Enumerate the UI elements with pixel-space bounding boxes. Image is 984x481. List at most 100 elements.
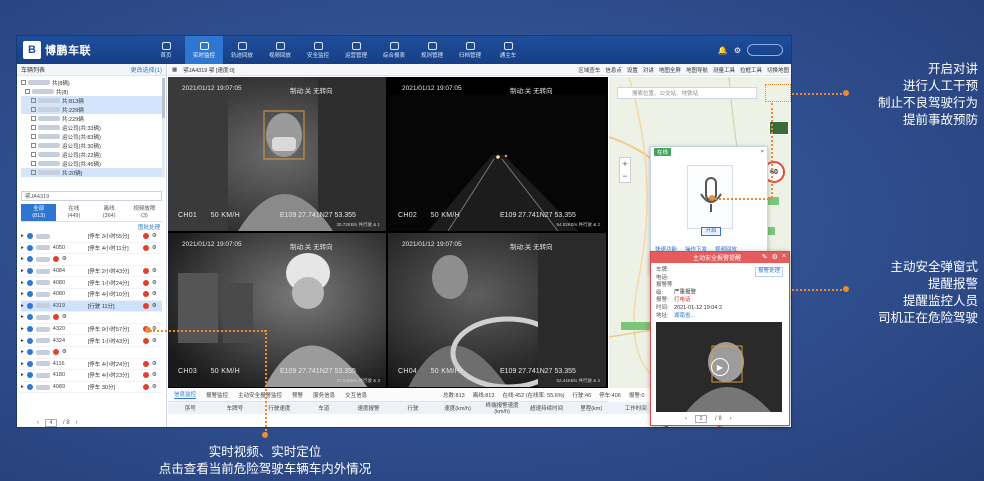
alarm-icon[interactable] <box>52 349 59 356</box>
vehicle-row[interactable]: ▸ [停车 3小时55分] ⚙ <box>21 231 162 243</box>
tool-6[interactable]: 测量工具 <box>713 66 735 74</box>
checkbox[interactable] <box>31 107 36 112</box>
checkbox[interactable] <box>31 98 36 103</box>
nav-item-2[interactable]: 轨迹回放 <box>223 36 261 64</box>
edit-icon[interactable]: ✎ <box>762 253 768 261</box>
settings-icon[interactable]: ⚙ <box>152 280 157 286</box>
tree-item[interactable]: 共:813辆 <box>21 96 162 105</box>
bottom-tab-4[interactable]: 服务信息 <box>313 391 335 399</box>
map-search-input[interactable]: 搜索位置、公交站、地铁站 <box>617 87 757 99</box>
expand-icon[interactable]: ▸ <box>21 372 24 378</box>
prev-page-icon[interactable]: ‹ <box>37 420 39 426</box>
tree-item[interactable]: 共:20辆) <box>21 168 162 177</box>
vehicle-row[interactable]: ▸ 4084 [停车 2小时43分] ⚙ <box>21 266 162 278</box>
expand-icon[interactable]: ▸ <box>21 245 24 251</box>
video-channel-3[interactable]: 2021/01/12 19:07:05 制动:关 无转向 CH03 50 KM/… <box>168 233 386 387</box>
vehicle-row[interactable]: ▸ 4050 [停车 4小时11分] ⚙ <box>21 243 162 255</box>
checkbox[interactable] <box>31 125 36 130</box>
bottom-tab-5[interactable]: 交互信息 <box>345 391 367 399</box>
vehicle-row[interactable]: ▸ 4324 [停车 1小时43分] ⚙ <box>21 335 162 347</box>
tree-item[interactable]: 共:229辆 <box>21 114 162 123</box>
checkbox[interactable] <box>31 143 36 148</box>
tree-item[interactable]: 共:229辆 <box>21 105 162 114</box>
tree-item[interactable]: 运公司(共:45辆) <box>21 159 162 168</box>
page-input[interactable]: 4 <box>45 419 57 427</box>
alarm-video[interactable]: ▶ <box>656 322 782 412</box>
alarm-icon[interactable] <box>142 268 149 275</box>
tool-7[interactable]: 拉框工具 <box>740 66 762 74</box>
settings-icon[interactable]: ⚙ <box>152 268 157 274</box>
alarm-icon[interactable] <box>142 291 149 298</box>
start-intercom-button[interactable]: 开启 <box>701 227 721 236</box>
nav-item-5[interactable]: 运营管理 <box>337 36 375 64</box>
bottom-tab-2[interactable]: 主动安全报警监控 <box>238 391 282 399</box>
nav-item-9[interactable]: 通主车 <box>489 36 527 64</box>
expand-icon[interactable]: ▸ <box>21 280 24 286</box>
checkbox[interactable] <box>21 80 26 85</box>
settings-icon[interactable]: ⚙ <box>152 245 157 251</box>
nav-item-6[interactable]: 综合报表 <box>375 36 413 64</box>
expand-icon[interactable]: ▸ <box>21 314 24 320</box>
checkbox[interactable] <box>31 161 36 166</box>
tool-2[interactable]: 设置 <box>627 66 638 74</box>
close-icon[interactable]: × <box>761 149 764 155</box>
alarm-icon[interactable] <box>142 384 149 391</box>
tool-3[interactable]: 对讲 <box>643 66 654 74</box>
tool-1[interactable]: 信息点 <box>605 66 622 74</box>
next-page-icon[interactable]: › <box>76 420 78 426</box>
settings-icon[interactable]: ⚙ <box>152 303 157 309</box>
grid-icon[interactable]: ▦ <box>172 67 177 73</box>
tab-3[interactable]: 视频故障 (3) <box>126 204 162 222</box>
vehicle-row[interactable]: ▸ 4080 [停车 1小时24分] ⚙ <box>21 277 162 289</box>
alarm-icon[interactable] <box>142 279 149 286</box>
tree-scrollbar[interactable] <box>162 78 165 178</box>
vehicle-row[interactable]: ▸4420[报警 4小时30分]⚙ <box>21 254 719 427</box>
alarm-page-input[interactable]: 2 <box>695 415 707 423</box>
vehicle-row[interactable]: ▸ 4320 [停车 9小时57分] ⚙ <box>21 324 162 336</box>
alarm-icon[interactable] <box>142 360 149 367</box>
bell-icon[interactable]: 🔔 <box>718 46 728 55</box>
expand-icon[interactable]: ▸ <box>21 361 24 367</box>
tree-item[interactable]: 运公司(共:22辆) <box>21 150 162 159</box>
settings-icon[interactable]: ⚙ <box>62 256 67 262</box>
bottom-tab-1[interactable]: 报警监控 <box>206 391 228 399</box>
vehicle-row[interactable]: ▸4066[报警 4小时45分]⚙ <box>21 315 719 427</box>
alarm-icon[interactable] <box>52 256 59 263</box>
map-zoom-control[interactable]: + − <box>619 157 631 183</box>
checkbox[interactable] <box>31 134 36 139</box>
settings-icon[interactable]: ⚙ <box>152 361 157 367</box>
checkbox[interactable] <box>31 152 36 157</box>
settings-icon[interactable]: ⚙ <box>152 372 157 378</box>
prev-page-icon[interactable]: ‹ <box>685 416 687 422</box>
expand-icon[interactable]: ▸ <box>21 256 24 262</box>
tree-item[interactable]: 运公司(共:30辆) <box>21 141 162 150</box>
handle-alarm-button[interactable]: 报警处理 <box>754 267 783 277</box>
expand-icon[interactable]: ▸ <box>21 338 24 344</box>
expand-icon[interactable]: ▸ <box>21 303 24 309</box>
play-icon[interactable]: ▶ <box>711 358 729 376</box>
expand-icon[interactable]: ▸ <box>21 268 24 274</box>
expand-icon[interactable]: ▸ <box>21 384 24 390</box>
expand-icon[interactable]: ▸ <box>21 291 24 297</box>
gear-icon[interactable]: ⚙ <box>734 46 741 55</box>
change-selection-link[interactable]: 更改选择(1) <box>131 65 162 74</box>
vehicle-row[interactable]: ▸ 4180 [停车 4小时23分] ⚙ <box>21 370 162 382</box>
settings-icon[interactable]: ⚙ <box>62 349 67 355</box>
vehicle-search-input[interactable]: 鄂JA4319 <box>21 191 162 201</box>
batch-action-link[interactable]: 图批处理 <box>17 222 166 231</box>
bottom-tab-0[interactable]: 信息监控 <box>174 390 197 399</box>
tool-5[interactable]: 地图导航 <box>686 66 708 74</box>
checkbox[interactable] <box>31 170 36 175</box>
video-channel-1[interactable]: 2021/01/12 19:07:05 制动:关 无转向 CH01 50 KM/… <box>168 77 386 231</box>
vehicle-row[interactable]: ▸ 4089 [停车 30分] ⚙ <box>21 382 162 394</box>
nav-item-3[interactable]: 视频回放 <box>261 36 299 64</box>
expand-icon[interactable]: ▸ <box>21 326 24 332</box>
tree-item[interactable]: 运公司(共:33辆) <box>21 123 162 132</box>
alarm-icon[interactable] <box>142 337 149 344</box>
settings-icon[interactable]: ⚙ <box>62 314 67 320</box>
nav-item-1[interactable]: 实时监控 <box>185 36 223 64</box>
vehicle-row[interactable]: ▸ 4319 [行驶 11分] ⚙ <box>21 300 162 313</box>
nav-item-8[interactable]: 归档管理 <box>451 36 489 64</box>
alarm-icon[interactable] <box>52 314 59 321</box>
checkbox[interactable] <box>31 116 36 121</box>
